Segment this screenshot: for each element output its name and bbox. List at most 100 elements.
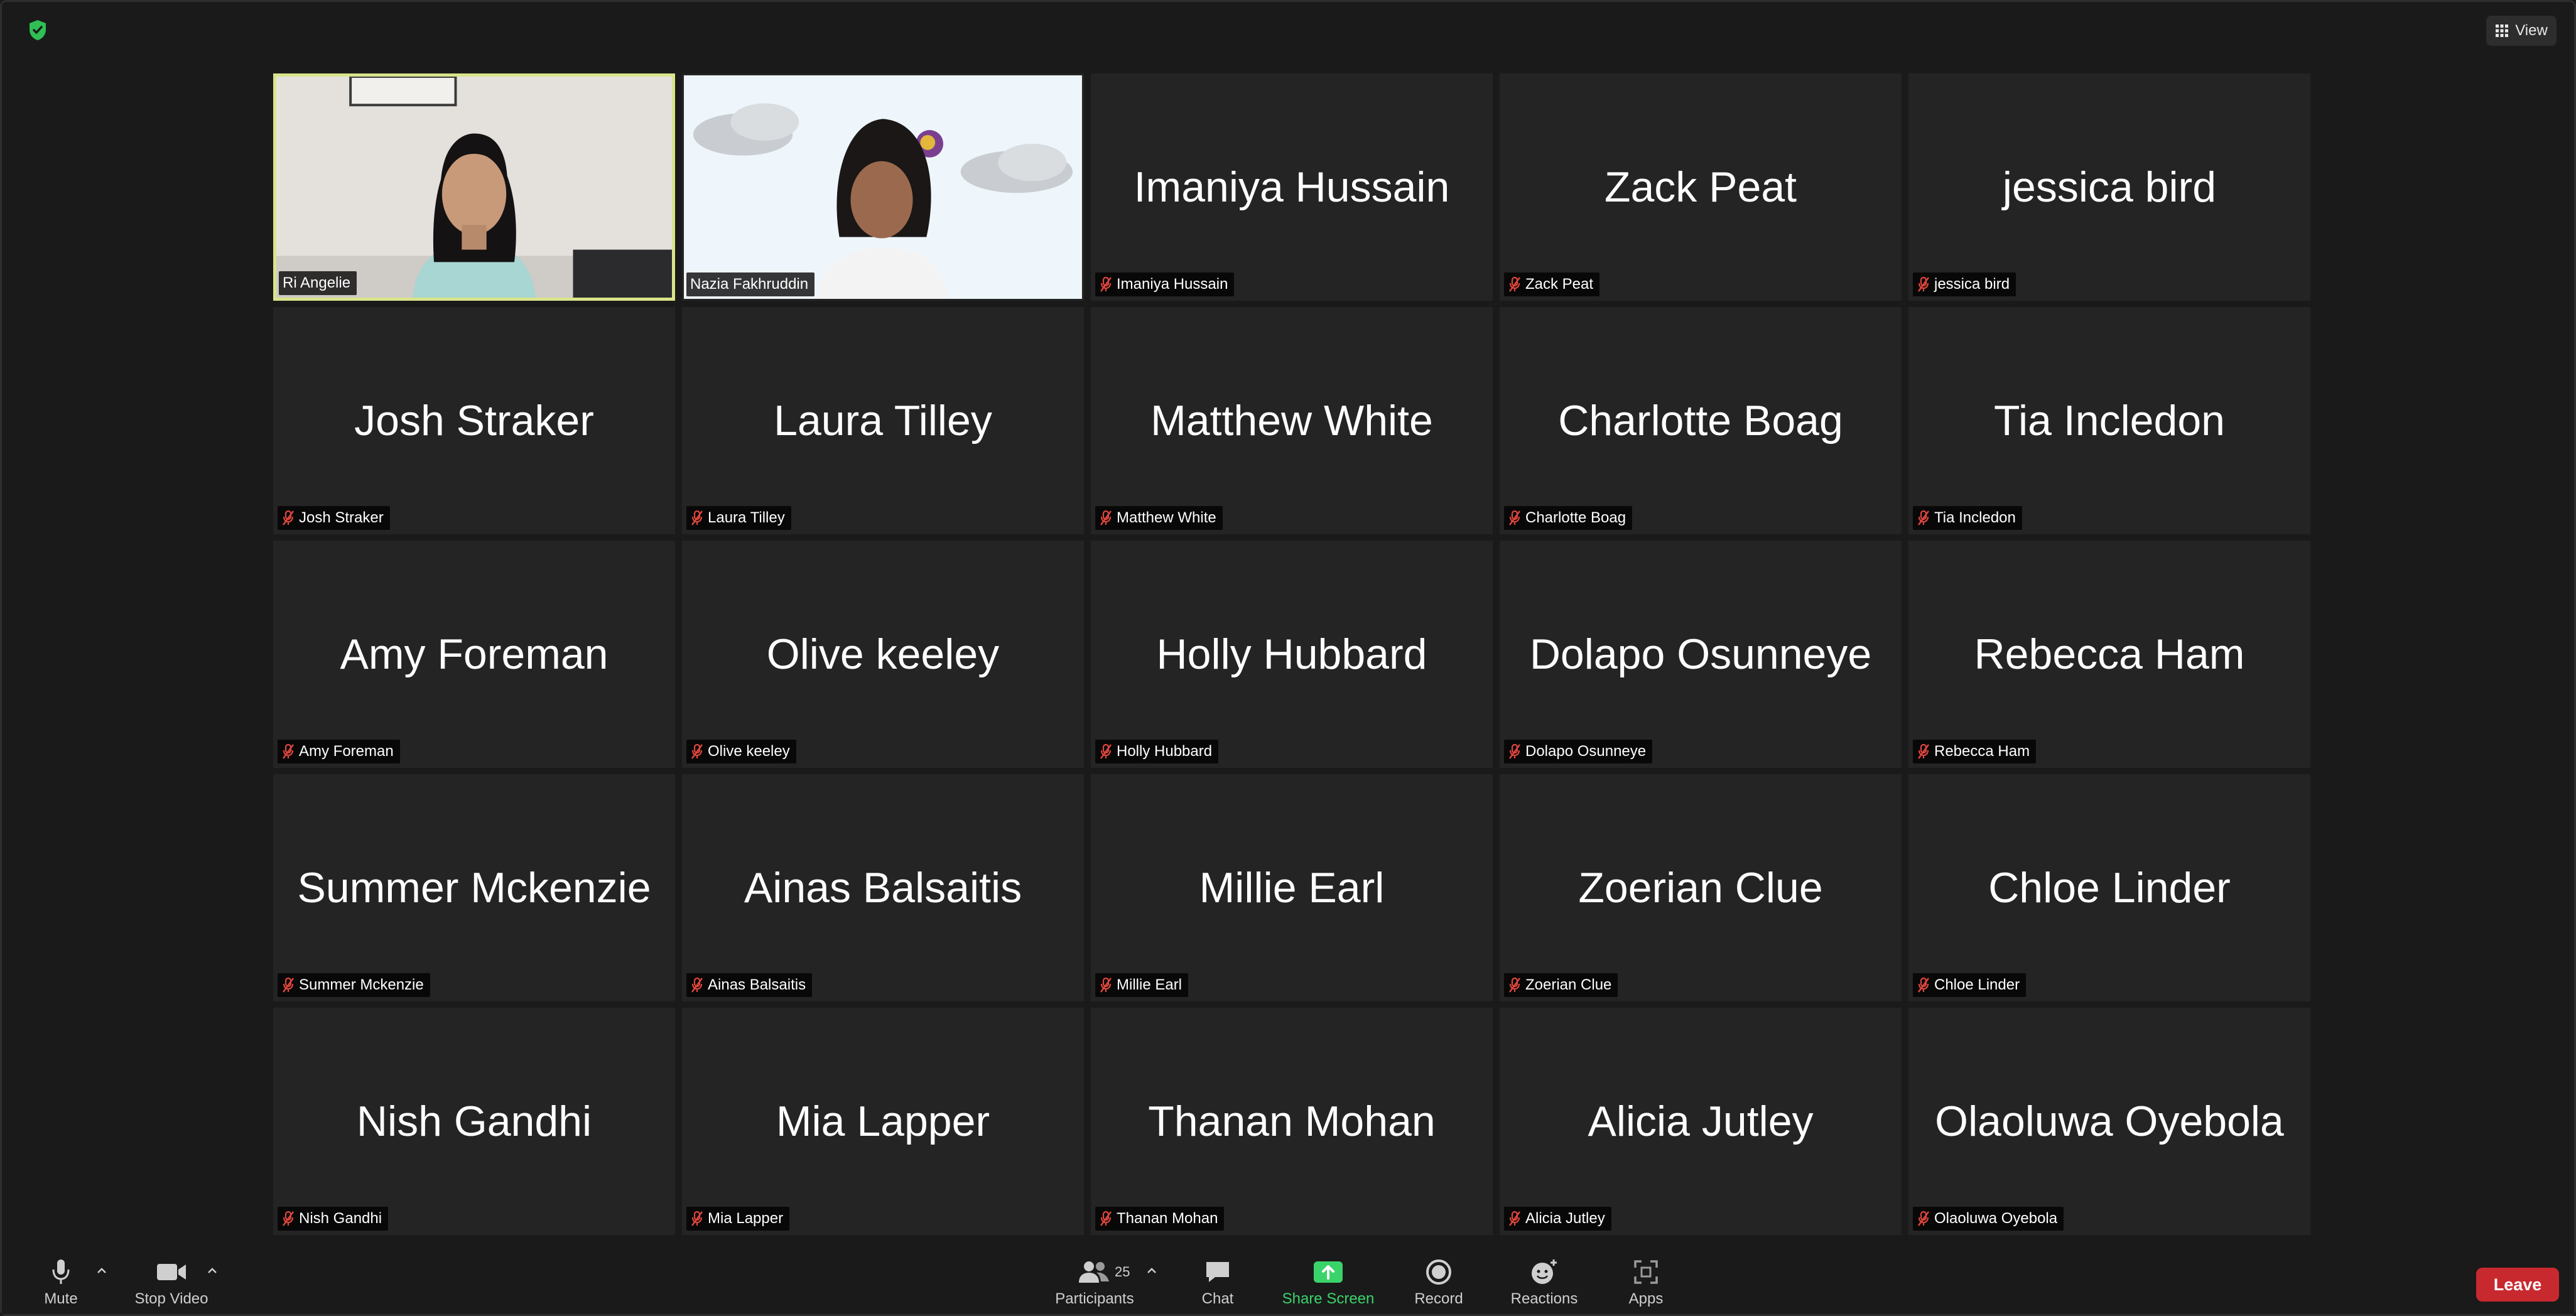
view-button[interactable]: View xyxy=(2486,16,2557,46)
participant-name-tag: Zack Peat xyxy=(1504,272,1600,296)
participants-count-badge: 25 xyxy=(1115,1264,1130,1280)
participant-name: Imaniya Hussain xyxy=(1117,276,1228,293)
muted-mic-icon xyxy=(1509,977,1520,993)
muted-mic-icon xyxy=(691,1211,703,1226)
participant-name: Holly Hubbard xyxy=(1117,743,1213,760)
participant-display-name: Amy Foreman xyxy=(340,630,609,678)
participant-name-tag: Millie Earl xyxy=(1095,973,1189,997)
participant-display-name: Imaniya Hussain xyxy=(1134,163,1450,211)
participant-display-name: Mia Lapper xyxy=(776,1098,990,1145)
participant-display-name: Nish Gandhi xyxy=(356,1098,592,1145)
participant-tile[interactable]: jessica bird jessica bird xyxy=(1908,73,2310,301)
muted-mic-icon xyxy=(283,1211,294,1226)
participant-name: Nish Gandhi xyxy=(299,1210,382,1227)
participant-name-tag: Imaniya Hussain xyxy=(1095,272,1235,296)
participant-display-name: Millie Earl xyxy=(1199,864,1385,912)
video-tile[interactable]: Nazia Fakhruddin xyxy=(682,73,1084,301)
participant-tile[interactable]: Charlotte Boag Charlotte Boag xyxy=(1500,307,1902,534)
participant-tile[interactable]: Rebecca Ham Rebecca Ham xyxy=(1908,541,2310,768)
muted-mic-icon xyxy=(1918,1211,1929,1226)
participant-name-tag: Mia Lapper xyxy=(686,1207,790,1231)
participant-tile[interactable]: Laura Tilley Laura Tilley xyxy=(682,307,1084,534)
participant-tile[interactable]: Amy Foreman Amy Foreman xyxy=(273,541,675,768)
participant-name: Millie Earl xyxy=(1117,976,1182,993)
participants-label: Participants xyxy=(1055,1290,1134,1307)
video-options-chevron-up-icon[interactable] xyxy=(205,1264,219,1278)
participant-name: Josh Straker xyxy=(299,509,384,526)
microphone-icon xyxy=(52,1259,70,1284)
participant-tile[interactable]: Dolapo Osunneye Dolapo Osunneye xyxy=(1500,541,1902,768)
participant-tile[interactable]: Matthew White Matthew White xyxy=(1091,307,1493,534)
muted-mic-icon xyxy=(1509,510,1520,526)
chat-button[interactable]: Chat xyxy=(1167,1258,1268,1310)
muted-mic-icon xyxy=(1918,276,1929,292)
participant-name-tag: Nish Gandhi xyxy=(278,1207,389,1231)
share-screen-label: Share Screen xyxy=(1282,1290,1375,1307)
participant-display-name: Matthew White xyxy=(1150,397,1433,445)
participant-name: Summer Mckenzie xyxy=(299,976,424,993)
participant-display-name: Holly Hubbard xyxy=(1156,630,1427,678)
participant-name: Olive keeley xyxy=(708,743,790,760)
participant-tile[interactable]: Chloe Linder Chloe Linder xyxy=(1908,774,2310,1001)
participant-name-tag: Alicia Jutley xyxy=(1504,1207,1611,1231)
participant-display-name: Olaoluwa Oyebola xyxy=(1935,1098,2284,1145)
participant-tile[interactable]: Olive keeley Olive keeley xyxy=(682,541,1084,768)
participant-name-tag: Laura Tilley xyxy=(686,506,791,530)
participant-name-tag: Amy Foreman xyxy=(278,740,400,763)
participants-options-chevron-up-icon[interactable] xyxy=(1145,1264,1159,1278)
participant-display-name: Ainas Balsaitis xyxy=(744,864,1022,912)
participant-display-name: Tia Incledon xyxy=(1994,397,2225,445)
participant-tile[interactable]: Nish Gandhi Nish Gandhi xyxy=(273,1008,675,1235)
participants-icon xyxy=(1079,1261,1109,1283)
audio-options-chevron-up-icon[interactable] xyxy=(95,1264,109,1278)
apps-button[interactable]: Apps xyxy=(1596,1258,1696,1310)
reactions-label: Reactions xyxy=(1510,1290,1578,1307)
participant-display-name: Laura Tilley xyxy=(774,397,992,445)
reactions-button[interactable]: Reactions xyxy=(1494,1258,1594,1310)
chat-label: Chat xyxy=(1201,1290,1234,1307)
participant-name-tag: Matthew White xyxy=(1095,506,1223,530)
muted-mic-icon xyxy=(1100,1211,1112,1226)
participant-tile[interactable]: Ainas Balsaitis Ainas Balsaitis xyxy=(682,774,1084,1001)
video-camera-icon xyxy=(157,1264,186,1280)
leave-button[interactable]: Leave xyxy=(2476,1268,2559,1302)
video-tile-active-speaker[interactable]: Ri Angelie xyxy=(273,73,675,301)
participant-tile[interactable]: Imaniya Hussain Imaniya Hussain xyxy=(1091,73,1493,301)
record-button[interactable]: Record xyxy=(1388,1258,1489,1310)
participant-tile[interactable]: Holly Hubbard Holly Hubbard xyxy=(1091,541,1493,768)
participant-tile[interactable]: Summer Mckenzie Summer Mckenzie xyxy=(273,774,675,1001)
participant-tile[interactable]: Thanan Mohan Thanan Mohan xyxy=(1091,1008,1493,1235)
participant-name: Ri Angelie xyxy=(283,274,351,291)
participant-tile[interactable]: Zack Peat Zack Peat xyxy=(1500,73,1902,301)
participant-name-tag: Zoerian Clue xyxy=(1504,973,1618,997)
participant-name-tag: jessica bird xyxy=(1913,272,2016,296)
participant-name-tag: Chloe Linder xyxy=(1913,973,2027,997)
participant-display-name: Chloe Linder xyxy=(1988,864,2231,912)
participant-name: Alicia Jutley xyxy=(1525,1210,1605,1227)
participant-name-tag: Summer Mckenzie xyxy=(278,973,430,997)
participant-tile[interactable]: Mia Lapper Mia Lapper xyxy=(682,1008,1084,1235)
mute-label: Mute xyxy=(44,1290,78,1307)
participant-tile[interactable]: Josh Straker Josh Straker xyxy=(273,307,675,534)
stop-video-label: Stop Video xyxy=(134,1290,208,1307)
participant-tile[interactable]: Zoerian Clue Zoerian Clue xyxy=(1500,774,1902,1001)
participant-tile[interactable]: Tia Incledon Tia Incledon xyxy=(1908,307,2310,534)
participant-name: Chloe Linder xyxy=(1934,976,2020,993)
muted-mic-icon xyxy=(283,743,294,759)
participant-tile[interactable]: Millie Earl Millie Earl xyxy=(1091,774,1493,1001)
muted-mic-icon xyxy=(691,510,703,526)
muted-mic-icon xyxy=(283,510,294,526)
participant-display-name: Rebecca Ham xyxy=(1974,630,2245,678)
participant-name: Ainas Balsaitis xyxy=(708,976,806,993)
participant-tile[interactable]: Olaoluwa Oyebola Olaoluwa Oyebola xyxy=(1908,1008,2310,1235)
share-screen-button[interactable]: Share Screen xyxy=(1278,1258,1378,1310)
participant-tile[interactable]: Alicia Jutley Alicia Jutley xyxy=(1500,1008,1902,1235)
encryption-shield-icon[interactable] xyxy=(28,19,47,41)
participant-name-tag: Charlotte Boag xyxy=(1504,506,1633,530)
participant-name: jessica bird xyxy=(1934,276,2010,293)
participant-name: Olaoluwa Oyebola xyxy=(1934,1210,2058,1227)
participant-name-tag: Olive keeley xyxy=(686,740,796,763)
participant-name-tag: Josh Straker xyxy=(278,506,390,530)
muted-mic-icon xyxy=(691,743,703,759)
muted-mic-icon xyxy=(1100,743,1112,759)
